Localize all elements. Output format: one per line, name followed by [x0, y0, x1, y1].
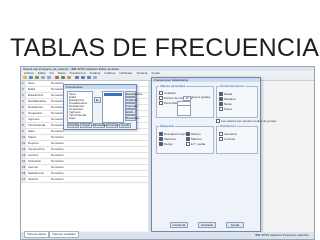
distribution-group: Distribución Asimetría Curtosis [216, 125, 258, 154]
help-button[interactable]: Ayuda [119, 123, 131, 128]
selected-variable-item[interactable] [104, 93, 122, 96]
ok-button[interactable]: Aceptar [67, 123, 79, 128]
save-icon[interactable] [29, 76, 33, 79]
goto-case-icon[interactable] [55, 76, 59, 79]
median-checkbox[interactable]: Mediana [219, 97, 236, 101]
dispersion-group: Dispersión Desviación típica Varianza Ra… [156, 125, 214, 154]
split-file-icon[interactable] [75, 76, 79, 79]
find-icon[interactable] [67, 76, 71, 79]
percentile-list[interactable] [177, 105, 191, 116]
frequencies-statistics-dialog: Frecuencias: Estadísticos Valores percen… [151, 77, 277, 232]
variance-checkbox[interactable]: Varianza [159, 137, 176, 141]
se-mean-checkbox[interactable]: E.T. media [186, 142, 205, 146]
slide-title: TABLAS DE FRECUENCIA [10, 34, 320, 62]
std-deviation-checkbox[interactable]: Desviación típica [159, 132, 187, 136]
value-labels-icon[interactable] [93, 76, 97, 79]
selected-variables-list[interactable] [102, 91, 124, 123]
spss-window: Datos1.sav [Conjunto_de_datos1] - IBM SP… [20, 66, 315, 240]
statistics-dialog-title: Frecuencias: Estadísticos [152, 78, 260, 82]
central-tendency-group: Tendencia central Media Mediana Moda Sum… [216, 85, 258, 118]
mean-checkbox[interactable]: Media [219, 92, 232, 96]
maximum-checkbox[interactable]: Máximo [186, 137, 202, 141]
minimum-checkbox[interactable]: Mínimo [186, 132, 201, 136]
bootstrap-button[interactable]: Bootstrap... [125, 115, 141, 121]
cancel-button[interactable]: Cancelar [106, 123, 119, 128]
print-icon[interactable] [35, 76, 39, 79]
frequencies-dialog-title: Frecuencias [64, 85, 136, 89]
list-item[interactable]: Hijos [69, 117, 91, 120]
undo-icon[interactable] [41, 76, 45, 79]
reset-button[interactable]: Restablecer [93, 123, 110, 128]
tab-variable-view[interactable]: Vista de variables [49, 231, 79, 238]
redo-icon[interactable] [47, 76, 51, 79]
select-cases-icon[interactable] [87, 76, 91, 79]
status-bar: Vista de datos Vista de variables IBM SP… [21, 231, 314, 239]
table-row[interactable]: 17 Opinión Numérico [21, 177, 148, 183]
frequencies-dialog: Frecuencias Sexo Edad EstadoCivil NivelE… [63, 84, 145, 130]
variables-icon[interactable] [61, 76, 65, 79]
paste-button[interactable]: Pegar [80, 123, 92, 128]
source-variable-list[interactable]: Sexo Edad EstadoCivil NivelEstudios Resi… [67, 91, 93, 123]
status-text: IBM SPSS Statistics Processor está listo [254, 233, 309, 237]
skewness-checkbox[interactable]: Asimetría [219, 132, 237, 136]
cancel-button[interactable]: Cancelar [198, 222, 216, 228]
sum-checkbox[interactable]: Suma [219, 107, 232, 111]
continue-button[interactable]: Continuar [170, 222, 188, 228]
range-checkbox[interactable]: Rango [159, 142, 173, 146]
percentile-values-group: Valores percentiles Cuartiles Puntos de … [156, 85, 214, 118]
tab-data-view[interactable]: Vista de datos [24, 231, 49, 238]
open-icon[interactable] [23, 76, 27, 79]
kurtosis-checkbox[interactable]: Curtosis [219, 137, 235, 141]
help-button[interactable]: Ayuda [226, 222, 244, 228]
midpoints-checkbox[interactable]: Los valores son puntos medios de grupos [216, 119, 277, 123]
weight-cases-icon[interactable] [81, 76, 85, 79]
mode-checkbox[interactable]: Moda [219, 102, 232, 106]
equal-groups-label: grupos iguales [191, 95, 211, 99]
quartiles-checkbox[interactable]: Cuartiles [159, 91, 176, 95]
move-variable-arrow-icon[interactable]: ▶ [94, 97, 101, 103]
